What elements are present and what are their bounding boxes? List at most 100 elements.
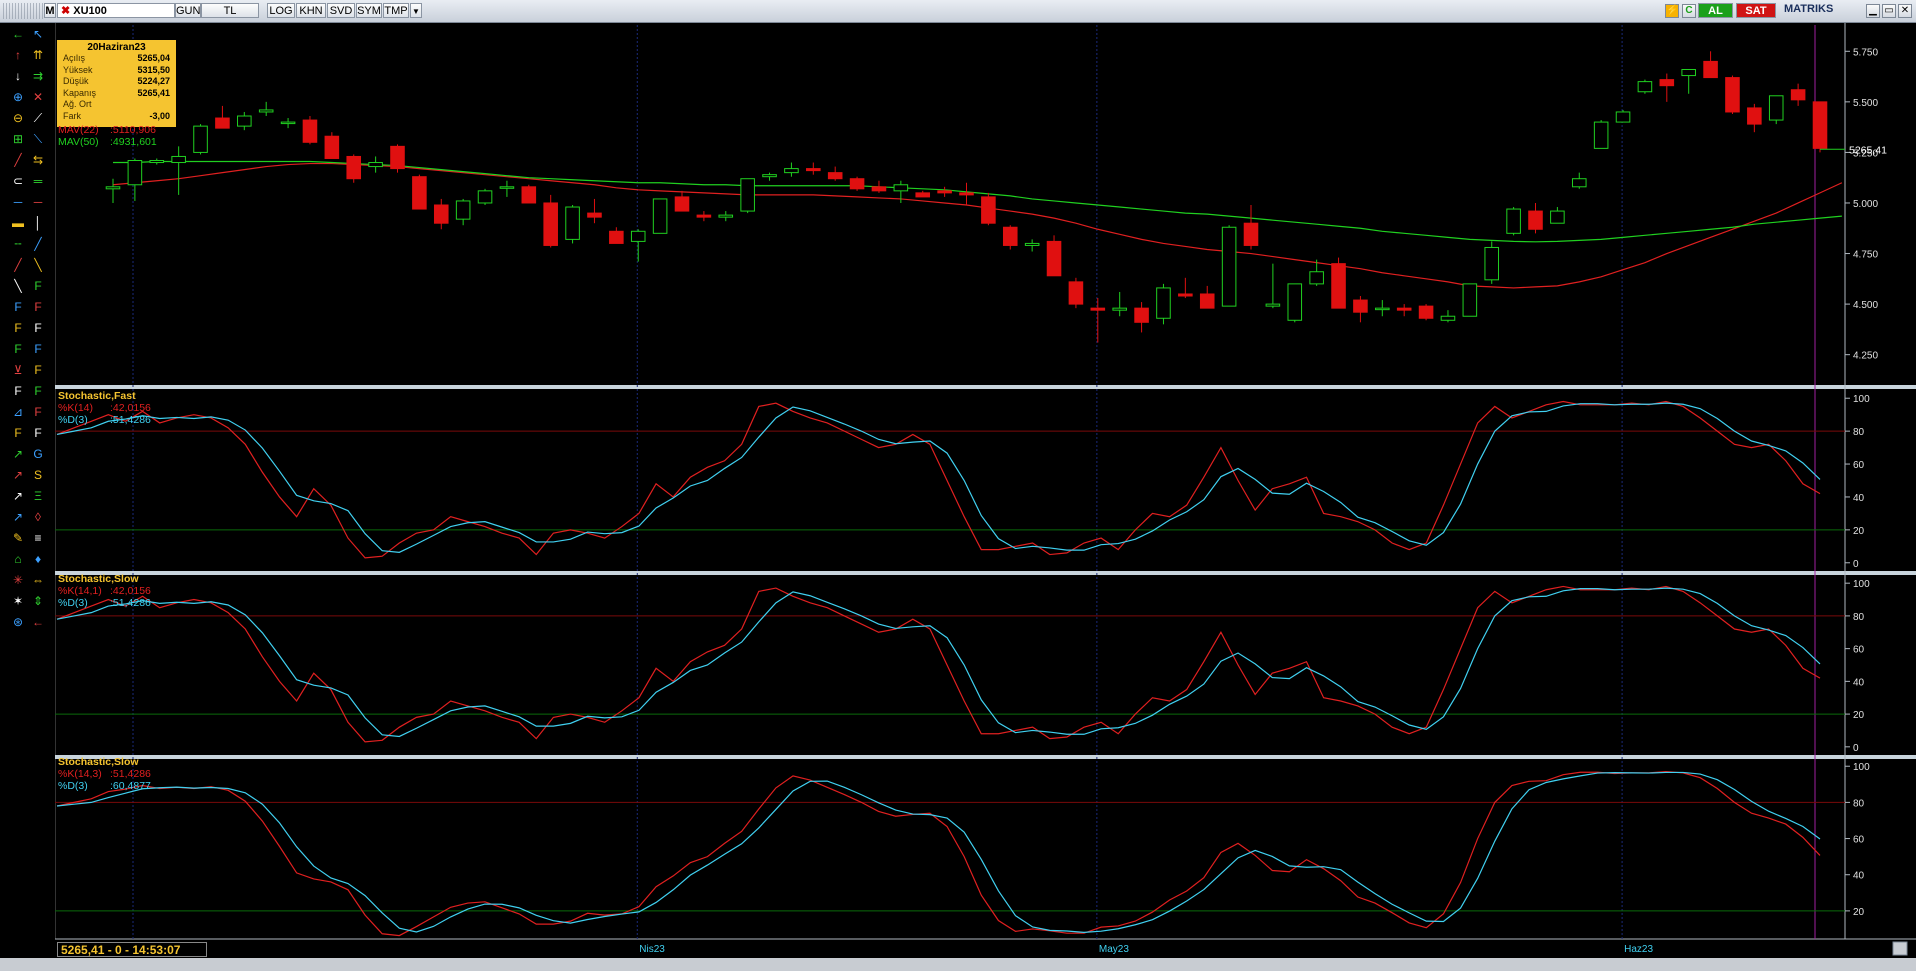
draw-tool-icon[interactable]: F: [30, 426, 46, 440]
legend-entry[interactable]: %D(3):51,4286: [58, 597, 151, 609]
line-icon[interactable]: ╱: [10, 153, 26, 167]
draw-tool-icon[interactable]: ←: [30, 615, 46, 629]
draw-tool-icon[interactable]: ⌂: [10, 552, 26, 566]
draw-tool-icon[interactable]: ✳: [10, 573, 26, 587]
draw-tool-icon[interactable]: ✶: [10, 594, 26, 608]
refresh-c-icon[interactable]: C: [1682, 4, 1696, 18]
matriks-m-icon[interactable]: M: [44, 3, 56, 18]
draw-tool-icon[interactable]: F: [10, 321, 26, 335]
legend-entry[interactable]: MAV(22):5110,906: [58, 124, 157, 136]
double-right-icon[interactable]: ⇉: [30, 69, 46, 83]
sell-button[interactable]: SAT: [1736, 3, 1776, 18]
lightning-icon[interactable]: ⚡: [1665, 4, 1679, 18]
draw-tool-icon[interactable]: F: [10, 342, 26, 356]
zoom-in-icon[interactable]: ⊕: [10, 90, 26, 104]
double-up-icon[interactable]: ⇈: [30, 48, 46, 62]
arrow-down-icon[interactable]: ↓: [10, 69, 26, 83]
draw-tool-icon[interactable]: ⊿: [10, 405, 26, 419]
toolbar-button-log[interactable]: LOG: [267, 3, 295, 18]
price-legend: MAV(22):5110,906 MAV(50):4931,601: [58, 124, 157, 148]
draw-tool-icon[interactable]: ⊛: [10, 615, 26, 629]
arrow-up-icon[interactable]: ↑: [10, 48, 26, 62]
legend-entry[interactable]: %K(14):42,0156: [58, 402, 151, 414]
zoom-out-icon[interactable]: ⊖: [10, 111, 26, 125]
draw-tool-icon[interactable]: ╲: [30, 258, 46, 272]
draw-tool-icon[interactable]: G: [30, 447, 46, 461]
toolbar-button-khn[interactable]: KHN: [296, 3, 326, 18]
cross-icon[interactable]: ✕: [30, 90, 46, 104]
symbol-field[interactable]: ✖ XU100: [57, 3, 175, 18]
draw-tool-icon[interactable]: ╌: [10, 237, 26, 251]
toolbar-button-gun[interactable]: GUN: [175, 3, 201, 18]
draw-tool-icon[interactable]: F: [10, 300, 26, 314]
draw-tool-icon[interactable]: F: [30, 300, 46, 314]
legend-entry[interactable]: MAV(50):4931,601: [58, 136, 157, 148]
draw-tool-icon[interactable]: ↗: [10, 447, 26, 461]
info-value: 5265,04: [137, 53, 170, 63]
diagonal-icon[interactable]: ⟍: [30, 132, 46, 146]
hline-icon[interactable]: ═: [30, 174, 46, 188]
draw-tool-icon[interactable]: ╱: [10, 258, 26, 272]
draw-tool-icon[interactable]: ╱: [30, 237, 46, 251]
legend-entry[interactable]: %K(14,1):42,0156: [58, 585, 151, 597]
draw-tool-icon[interactable]: ⇕: [30, 594, 46, 608]
price-tick-label: 5.750: [1853, 47, 1878, 58]
draw-tool-icon[interactable]: F: [10, 426, 26, 440]
draw-tool-icon[interactable]: ─: [10, 195, 26, 209]
draw-tool-icon[interactable]: F: [10, 384, 26, 398]
draw-tool-icon[interactable]: │: [30, 216, 46, 230]
trendline-icon[interactable]: ⟋: [30, 111, 46, 125]
grid-icon[interactable]: ⊞: [10, 132, 26, 146]
draw-tool-icon[interactable]: F: [30, 279, 46, 293]
magnet-icon[interactable]: ⊂: [10, 174, 26, 188]
draw-tool-icon[interactable]: F: [30, 363, 46, 377]
cursor-icon[interactable]: ↖: [30, 27, 46, 41]
maximize-icon[interactable]: ▭: [1882, 4, 1896, 18]
symbol-clear-icon[interactable]: ✖: [61, 5, 70, 17]
toolbar-button-tl[interactable]: TL: [201, 3, 259, 18]
draw-tool-icon[interactable]: ♦: [30, 552, 46, 566]
draw-tool-icon[interactable]: ↗: [10, 468, 26, 482]
draw-tool-icon[interactable]: ↗: [10, 489, 26, 503]
draw-tool-icon[interactable]: F: [30, 342, 46, 356]
draw-tool-icon[interactable]: Ξ: [30, 489, 46, 503]
toolbar-button-svd[interactable]: SVD: [327, 3, 355, 18]
draw-tool-icon[interactable]: ⊻: [10, 363, 26, 377]
buy-button[interactable]: AL: [1698, 3, 1733, 18]
draw-tool-icon[interactable]: ⇔: [30, 573, 46, 587]
arrow-left-icon[interactable]: ←: [10, 27, 26, 41]
candle-body: [1024, 242, 1040, 246]
draw-tool-icon[interactable]: ◊: [30, 510, 46, 524]
draw-tool-icon[interactable]: ↗: [10, 510, 26, 524]
legend-entry[interactable]: %K(14,3):51,4286: [58, 768, 151, 780]
draw-tool-icon[interactable]: ✎: [10, 531, 26, 545]
candle-body: [1747, 107, 1762, 125]
draw-tool-icon[interactable]: F: [30, 405, 46, 419]
draw-tool-icon[interactable]: ─: [30, 195, 46, 209]
tmp-dropdown-icon[interactable]: ▼: [410, 3, 422, 18]
toolbar-button-sym[interactable]: SYM: [356, 3, 382, 18]
draw-tool-icon[interactable]: F: [30, 321, 46, 335]
draw-tool-icon[interactable]: ≡: [30, 531, 46, 545]
toolbar-button-tmp[interactable]: TMP: [383, 3, 409, 18]
osc-tick-label: 100: [1853, 579, 1870, 590]
legend-entry[interactable]: %D(3):51,4286: [58, 414, 151, 426]
draw-tool-icon[interactable]: F: [30, 384, 46, 398]
candle-body: [127, 160, 143, 186]
osc-tick-label: 80: [1853, 798, 1865, 809]
draw-tool-icon[interactable]: S: [30, 468, 46, 482]
osc-tick-label: 40: [1853, 493, 1865, 504]
legend-entry[interactable]: %D(3):60,4877: [58, 780, 151, 792]
draw-tool-icon[interactable]: ▬: [10, 216, 26, 230]
minimize-icon[interactable]: ▁: [1866, 4, 1880, 18]
close-icon[interactable]: ✕: [1898, 4, 1912, 18]
draw-tool-icon[interactable]: ╲: [10, 279, 26, 293]
swap-icon[interactable]: ⇆: [30, 153, 46, 167]
candle-body: [1550, 210, 1565, 224]
candle-body: [1659, 79, 1675, 87]
chart-area[interactable]: Nis23 May23 Haz234.2504.5004.7505.0005.250…: [55, 23, 1916, 958]
toolbar-grip[interactable]: [3, 3, 45, 19]
month-label: May23: [1099, 944, 1129, 955]
candle-body: [1440, 315, 1456, 321]
info-label: Düşük: [63, 76, 89, 86]
